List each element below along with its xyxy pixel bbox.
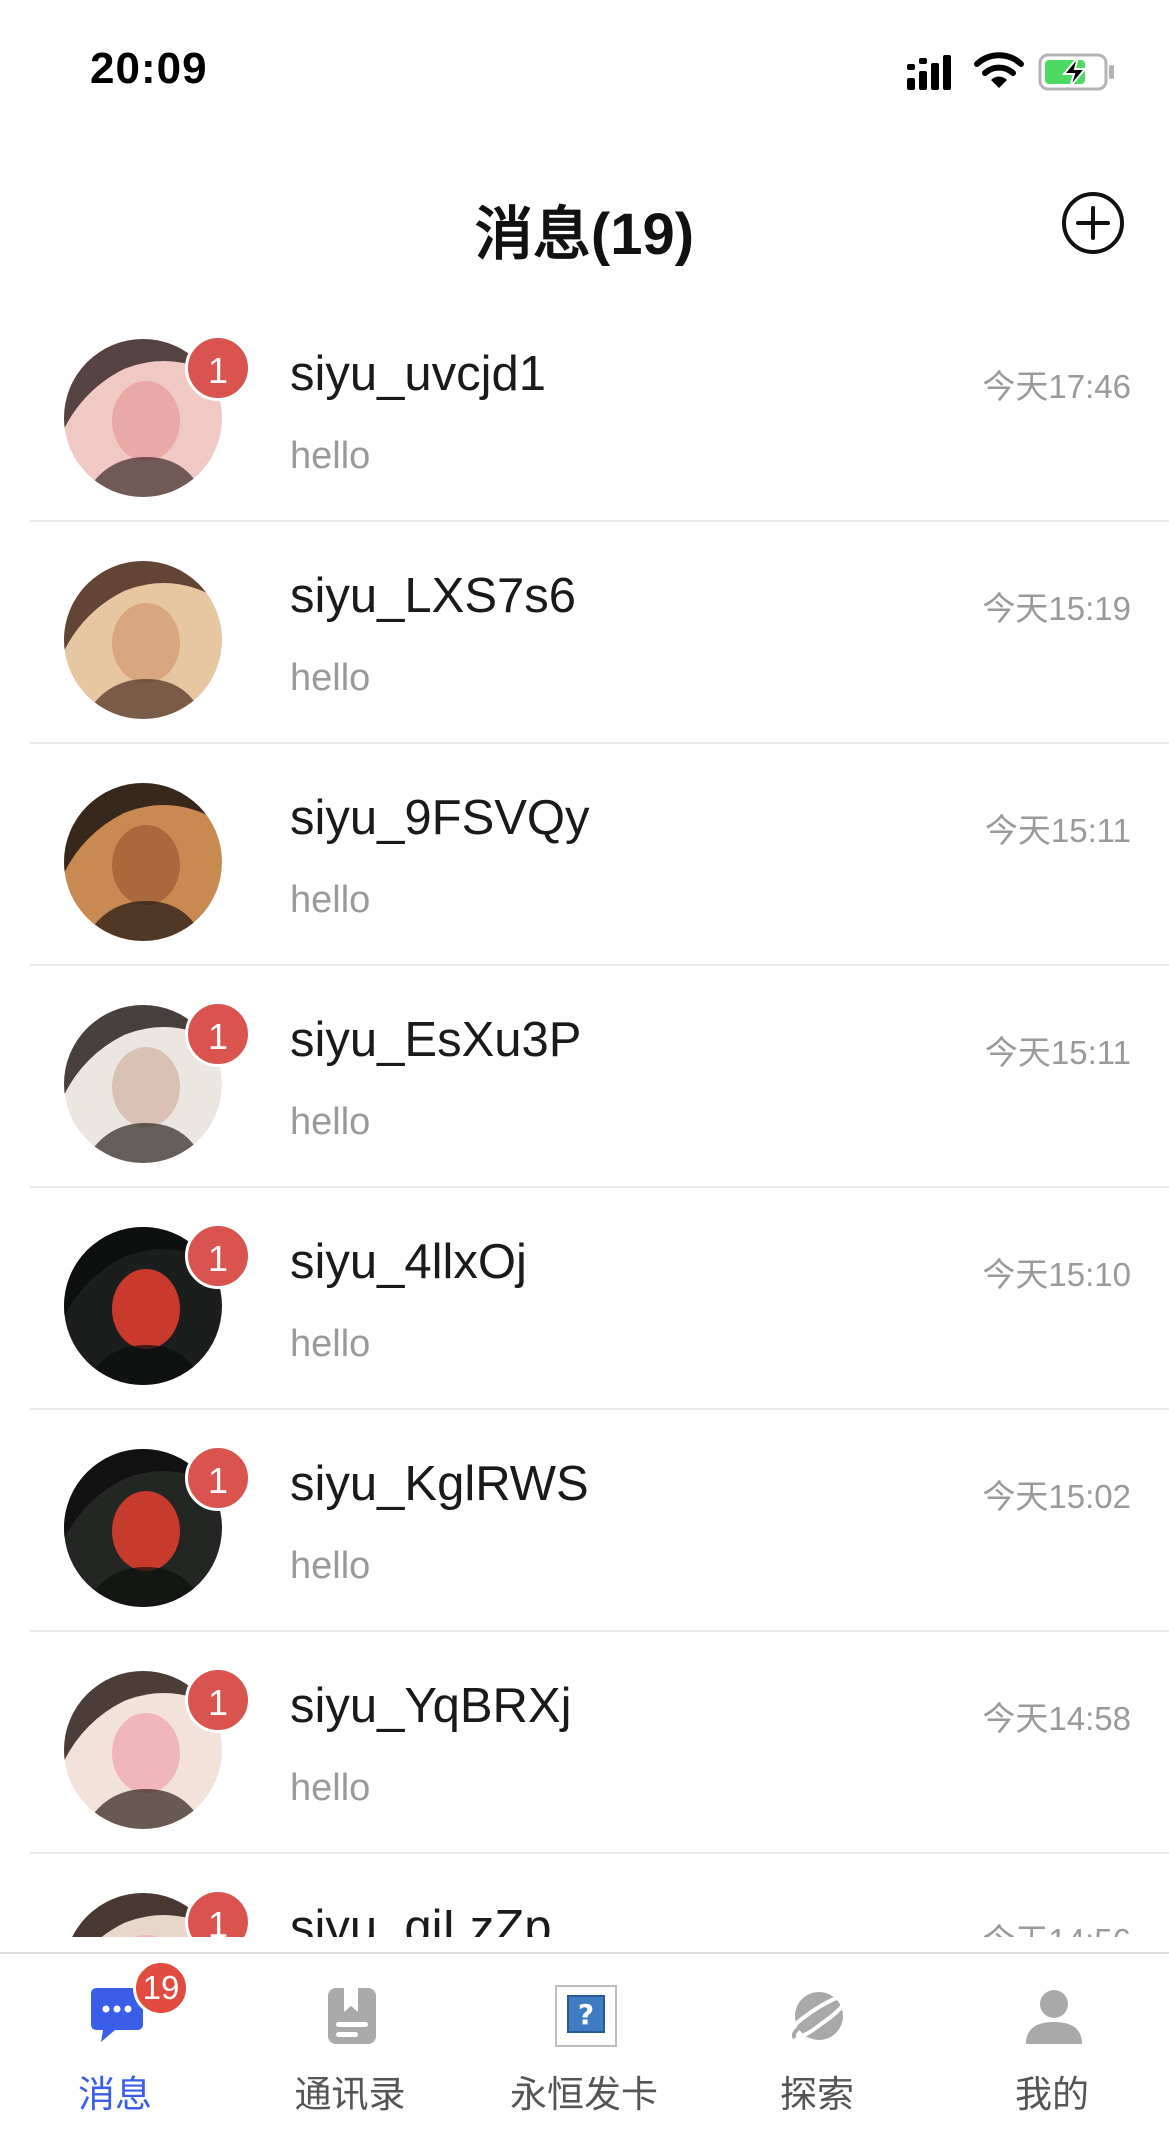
battery-charging-icon [1038, 53, 1114, 91]
tab-contacts[interactable]: 通讯录 [250, 1954, 450, 2132]
contact-name: siyu_uvcjd1 [290, 347, 547, 401]
message-time: 今天14:58 [982, 1700, 1131, 1737]
message-time: 今天15:11 [984, 1034, 1131, 1071]
message-time: 今天15:11 [984, 812, 1131, 849]
message-time: 今天17:46 [982, 368, 1131, 405]
profile-icon [1026, 1990, 1082, 2044]
message-time: 今天15:02 [982, 1478, 1131, 1515]
message-time: 今天15:10 [982, 1256, 1131, 1293]
help-image-icon: ? [555, 1985, 617, 2047]
contact-name: siyu_LXS7s6 [290, 569, 577, 623]
tab-eternal-card[interactable]: ? 永恒发卡 [484, 1954, 684, 2132]
tab-label: 我的 [1015, 2074, 1089, 2115]
avatar-image [64, 783, 222, 941]
message-preview: hello [290, 1545, 371, 1587]
header: 消息(19) [0, 150, 1169, 290]
message-preview: hello [290, 1767, 371, 1809]
page-title: 消息(19) [474, 202, 695, 267]
tab-label: 通讯录 [294, 2074, 406, 2115]
tab-bar: 19 消息 通讯录 ? 永恒发卡 探索 我的 [0, 1952, 1169, 2132]
unread-badge: 1 [185, 1445, 251, 1511]
contact-name: siyu_EsXu3P [290, 1013, 582, 1067]
message-preview: hello [290, 1101, 371, 1143]
conversation-item[interactable]: 1 siyu_YqBRXj 今天14:58 hello [0, 1632, 1169, 1854]
tab-label: 探索 [780, 2074, 854, 2115]
contact-name: siyu_KglRWS [290, 1457, 589, 1511]
message-preview: hello [290, 435, 371, 477]
tab-messages[interactable]: 19 消息 [15, 1954, 215, 2132]
conversation-item[interactable]: 1 siyu_KglRWS 今天15:02 hello [0, 1410, 1169, 1632]
unread-badge: 1 [185, 1001, 251, 1067]
status-time: 20:09 [90, 44, 208, 93]
conversation-item[interactable]: 1siyu_qiLzZp今天14:56hello [0, 1854, 1169, 1937]
unread-badge: 1 [185, 1223, 251, 1289]
conversation-list[interactable]: 1 siyu_uvcjd1 今天17:46 hello siyu_LXS7s6 今天15:… [0, 300, 1169, 1937]
conversation-item[interactable]: 1 siyu_EsXu3P 今天15:11 hello [0, 966, 1169, 1188]
avatar [64, 783, 222, 941]
conversation-item[interactable]: siyu_LXS7s6 今天15:19 hello [0, 522, 1169, 744]
unread-badge: 1 [185, 1889, 251, 1937]
contact-name: siyu_qiLzZp [290, 1901, 552, 1937]
unread-badge: 1 [185, 335, 251, 401]
message-preview: hello [290, 657, 371, 699]
tab-label: 永恒发卡 [510, 2074, 658, 2115]
contact-name: siyu_4llxOj [290, 1235, 527, 1289]
tab-label: 消息 [78, 2074, 152, 2115]
planet-icon [789, 1992, 851, 2040]
add-button[interactable] [1060, 190, 1126, 256]
conversation-item[interactable]: 1 siyu_uvcjd1 今天17:46 hello [0, 300, 1169, 522]
message-preview: hello [290, 1323, 371, 1365]
contact-name: siyu_9FSVQy [290, 791, 590, 845]
conversation-item[interactable]: siyu_9FSVQy 今天15:11 hello [0, 744, 1169, 966]
signal-icon [907, 55, 951, 90]
avatar-image [64, 561, 222, 719]
contacts-icon [328, 1988, 376, 2044]
tab-explore[interactable]: 探索 [717, 1954, 917, 2132]
tab-badge: 19 [133, 1960, 189, 2016]
message-time: 今天15:19 [982, 590, 1131, 627]
contact-name: siyu_YqBRXj [290, 1679, 572, 1733]
message-preview: hello [290, 879, 371, 921]
tab-profile[interactable]: 我的 [952, 1954, 1152, 2132]
svg-text:?: ? [578, 1998, 594, 2031]
conversation-item[interactable]: 1 siyu_4llxOj 今天15:10 hello [0, 1188, 1169, 1410]
wifi-icon [974, 52, 1024, 88]
unread-badge: 1 [185, 1667, 251, 1733]
avatar [64, 561, 222, 719]
status-bar: 20:09 [0, 0, 1169, 140]
message-time: 今天14:56 [982, 1914, 1131, 1937]
